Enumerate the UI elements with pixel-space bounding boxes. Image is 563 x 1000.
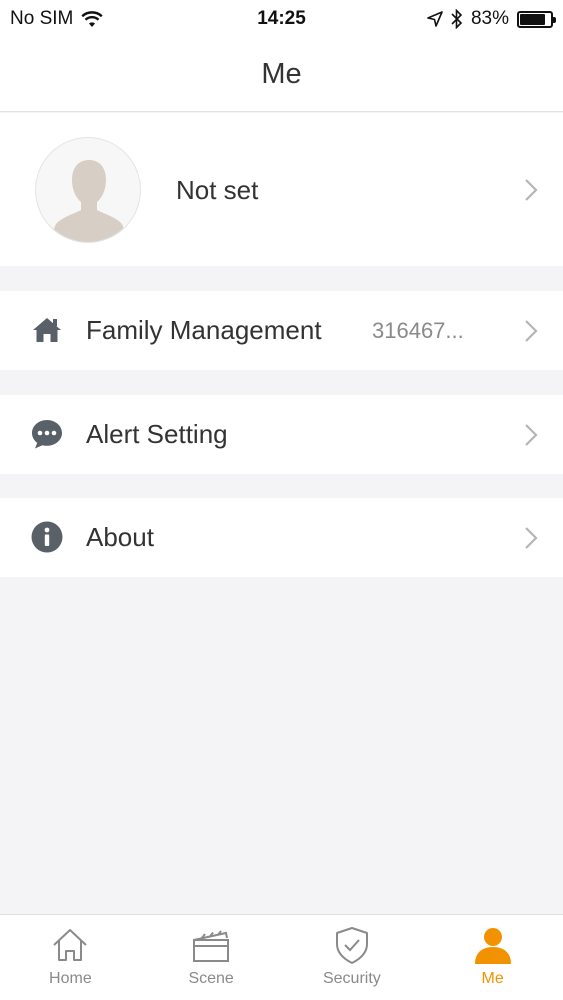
- avatar[interactable]: [35, 137, 141, 243]
- battery-percent: 83%: [470, 8, 509, 29]
- menu-item-label: Family Management: [86, 315, 322, 345]
- alert-setting-row[interactable]: Alert Setting: [0, 395, 563, 474]
- clapperboard-icon: [193, 930, 230, 962]
- tab-home[interactable]: Home: [0, 915, 141, 1000]
- profile-name: Not set: [176, 175, 259, 205]
- chevron-right-icon: [525, 179, 538, 201]
- bluetooth-icon: [451, 9, 463, 29]
- nav-bar: Me: [0, 38, 563, 112]
- default-avatar-icon: [52, 160, 126, 242]
- chevron-right-icon: [525, 320, 538, 342]
- info-icon: [31, 521, 63, 553]
- chevron-right-icon: [525, 527, 538, 549]
- page-title: Me: [261, 58, 302, 90]
- family-management-row[interactable]: Family Management 316467...: [0, 291, 563, 370]
- person-icon: [474, 928, 511, 964]
- tab-label: Scene: [188, 970, 234, 987]
- menu-item-label: About: [86, 522, 154, 552]
- status-bar: No SIM 14:25 83%: [0, 0, 563, 38]
- tab-label: Security: [322, 970, 381, 987]
- home-outline-icon: [53, 929, 88, 961]
- tab-security[interactable]: Security: [282, 915, 423, 1000]
- tab-label: Home: [49, 970, 92, 987]
- profile-row[interactable]: Not set: [0, 113, 563, 266]
- menu-item-label: Alert Setting: [86, 419, 228, 449]
- family-id-value: 316467...: [372, 318, 464, 343]
- chat-bubble-icon: [32, 420, 62, 449]
- battery-fill: [520, 13, 545, 25]
- tab-bar: Home Scene Security Me: [0, 914, 563, 1000]
- tab-label: Me: [481, 970, 504, 987]
- tab-scene[interactable]: Scene: [141, 915, 282, 1000]
- status-right: 83%: [427, 8, 556, 30]
- about-row[interactable]: About: [0, 498, 563, 577]
- tab-me[interactable]: Me: [422, 915, 563, 1000]
- shield-check-icon: [335, 927, 368, 964]
- location-arrow-icon: [427, 11, 443, 27]
- home-icon: [33, 318, 61, 342]
- chevron-right-icon: [525, 424, 538, 446]
- battery-icon: [517, 10, 556, 28]
